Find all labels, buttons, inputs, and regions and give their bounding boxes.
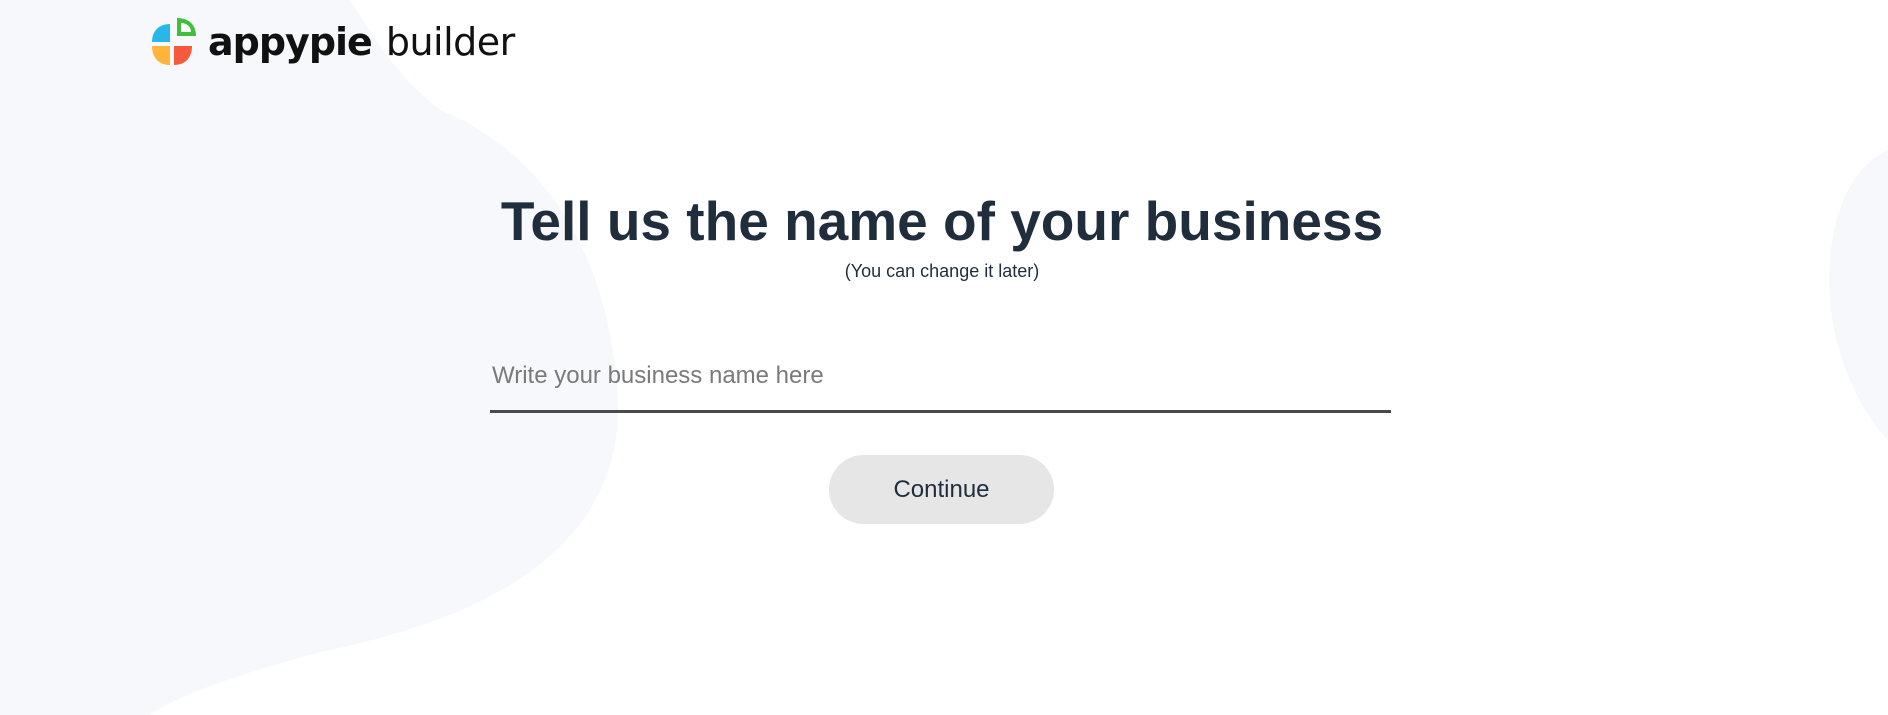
page-subtitle: (You can change it later): [844, 261, 1040, 281]
header: appypie builder: [146, 14, 515, 70]
continue-button[interactable]: Continue: [829, 455, 1054, 524]
business-name-field: [490, 350, 1391, 413]
appypie-logo-icon[interactable]: [146, 14, 202, 70]
page-title: Tell us the name of your business: [500, 190, 1384, 252]
logo-product-text: builder: [385, 20, 515, 64]
logo-brand-text: appypie: [208, 20, 373, 64]
logo-leaf-red: [174, 46, 192, 65]
logo-wordmark[interactable]: appypie builder: [208, 23, 515, 61]
business-name-input[interactable]: [490, 350, 1391, 402]
logo-leaf-yellow: [152, 46, 170, 65]
logo-leaf-blue: [152, 24, 170, 42]
